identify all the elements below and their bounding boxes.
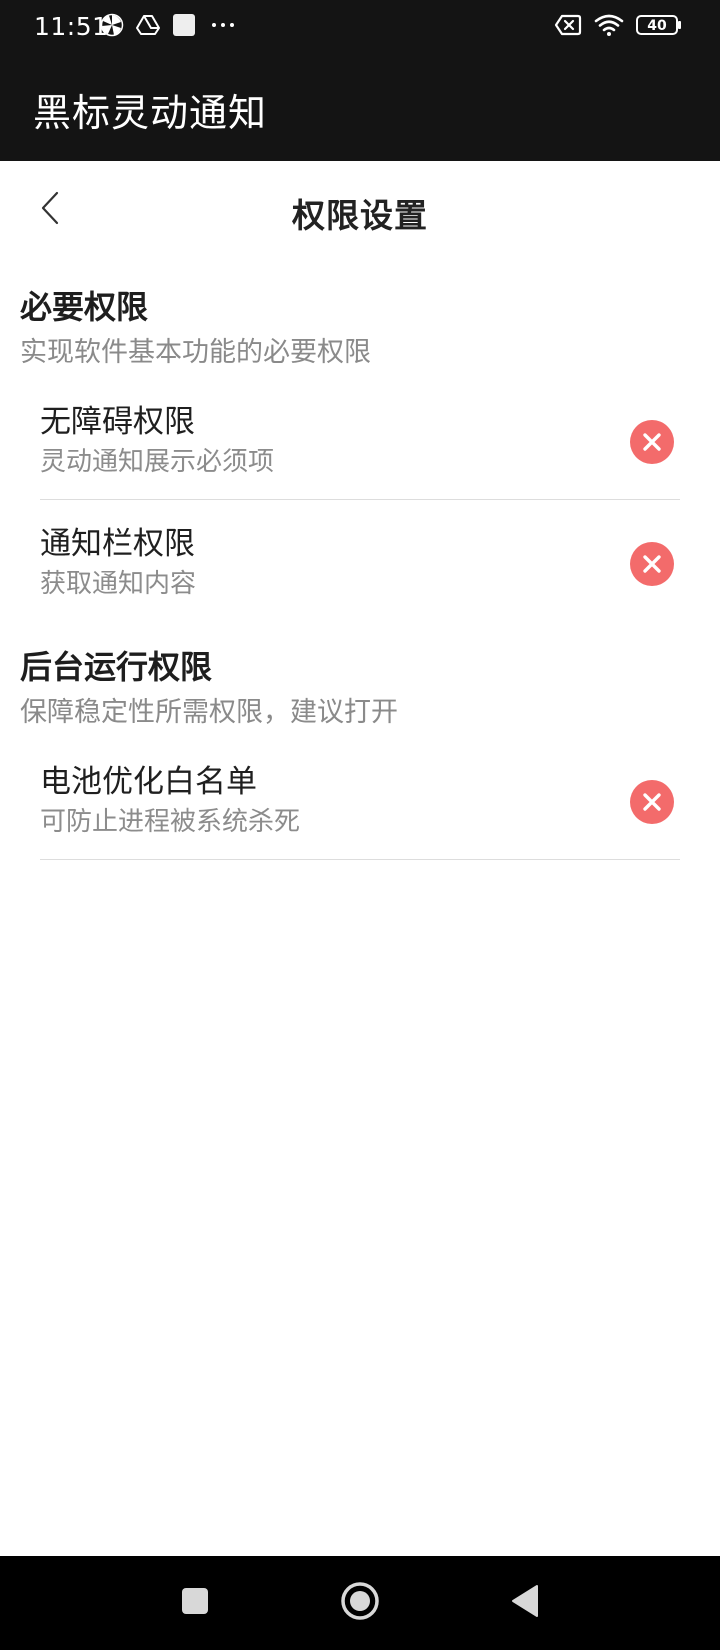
app-bar: 黑标灵动通知 (0, 56, 720, 161)
status-bar: 11:51 40 (0, 0, 720, 56)
status-time: 11:51 (34, 12, 109, 41)
permission-description: 灵动通知展示必须项 (40, 447, 275, 477)
status-left-icons (100, 12, 238, 42)
section-title-required: 必要权限 (20, 288, 149, 326)
section-subtitle-required: 实现软件基本功能的必要权限 (20, 337, 371, 368)
wifi-icon (594, 13, 624, 41)
page-title: 权限设置 (292, 196, 428, 235)
battery-level: 40 (647, 18, 667, 34)
app-title: 黑标灵动通知 (33, 91, 268, 135)
pinwheel-icon (100, 13, 124, 41)
home-circle-icon (339, 1580, 381, 1626)
section-title-background: 后台运行权限 (20, 648, 213, 686)
divider (40, 499, 680, 500)
square-icon (180, 1586, 210, 1620)
navigation-bar (0, 1556, 720, 1650)
battery-icon: 40 (636, 14, 682, 40)
permission-title: 通知栏权限 (40, 526, 195, 562)
permission-item-battery-whitelist[interactable]: 电池优化白名单 可防止进程被系统杀死 (40, 744, 680, 860)
permission-item-accessibility[interactable]: 无障碍权限 灵动通知展示必须项 (40, 384, 680, 500)
status-right-icons: 40 (554, 12, 682, 42)
square-app-icon (172, 13, 196, 41)
drive-icon (136, 14, 160, 40)
permission-title: 无障碍权限 (40, 404, 195, 440)
more-dots-icon (208, 13, 238, 41)
close-circle-icon[interactable] (630, 780, 674, 824)
close-circle-icon[interactable] (630, 542, 674, 586)
section-subtitle-background: 保障稳定性所需权限，建议打开 (20, 697, 398, 728)
permission-item-notification[interactable]: 通知栏权限 获取通知内容 (40, 506, 680, 622)
home-button[interactable] (335, 1578, 385, 1628)
permission-description: 可防止进程被系统杀死 (40, 807, 301, 837)
close-circle-icon[interactable] (630, 420, 674, 464)
back-nav-button[interactable] (500, 1578, 550, 1628)
permission-description: 获取通知内容 (40, 569, 197, 599)
recent-apps-button[interactable] (170, 1578, 220, 1628)
no-sim-icon (554, 14, 582, 40)
page-header: 权限设置 (0, 161, 720, 261)
divider (40, 859, 680, 860)
permission-title: 电池优化白名单 (40, 764, 257, 800)
triangle-back-icon (509, 1583, 541, 1623)
